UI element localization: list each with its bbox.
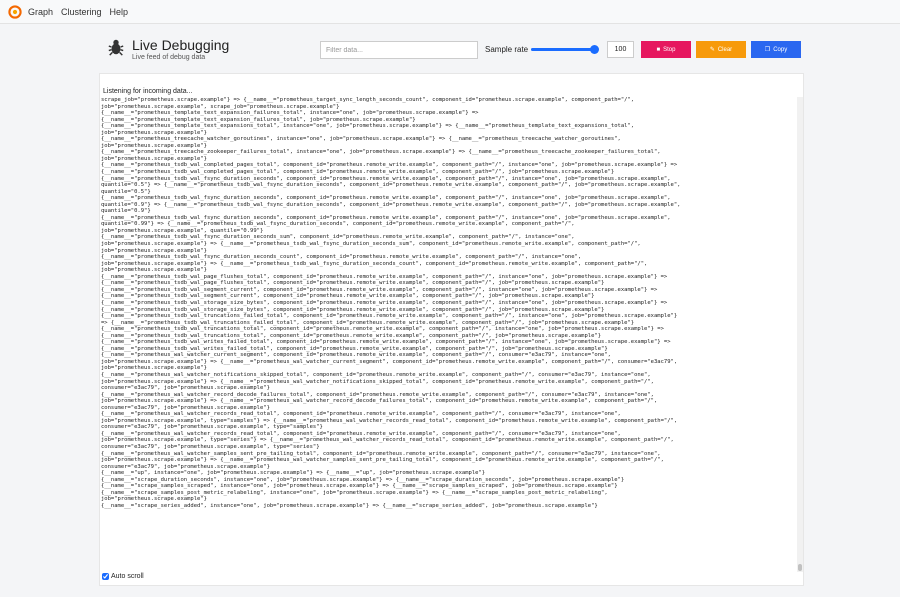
sample-rate-slider[interactable] <box>531 45 599 54</box>
filter-input[interactable] <box>320 41 478 59</box>
stop-square-icon: ■ <box>656 46 661 53</box>
top-navbar: Graph Clustering Help <box>0 0 900 24</box>
page-title: Live Debugging <box>132 37 230 53</box>
broom-icon: ✎ <box>709 47 715 53</box>
listening-status: Listening for incoming data... <box>103 88 193 95</box>
log-line: {__name__="scrape_series_added", instanc… <box>101 502 598 509</box>
log-scrollbar-thumb[interactable] <box>798 564 802 571</box>
auto-scroll-checkbox[interactable] <box>102 573 109 580</box>
debug-log[interactable]: scrape_job="prometheus.scrape.example"} … <box>101 97 797 572</box>
slider-thumb[interactable] <box>589 45 599 54</box>
sample-rate-label: Sample rate <box>485 45 529 54</box>
copy-button[interactable]: ❐ Copy <box>751 41 801 58</box>
stop-button-label: Stop <box>663 46 676 53</box>
nav-clustering[interactable]: Clustering <box>61 7 102 17</box>
page-subtitle: Live feed of debug data <box>132 54 206 61</box>
clear-button-label: Clear <box>717 46 733 53</box>
sample-rate-input[interactable]: 100 <box>607 41 634 58</box>
grafana-logo-icon[interactable] <box>8 4 22 19</box>
bug-icon <box>108 39 124 56</box>
auto-scroll-label: Auto scroll <box>111 573 144 580</box>
nav-help[interactable]: Help <box>110 7 129 17</box>
nav-graph[interactable]: Graph <box>28 7 53 17</box>
stop-button[interactable]: ■ Stop <box>641 41 691 58</box>
slider-fill <box>531 48 594 51</box>
copy-icon: ❐ <box>764 47 771 53</box>
log-scrollbar[interactable] <box>797 97 803 572</box>
clear-button[interactable]: ✎ Clear <box>696 41 746 58</box>
auto-scroll-toggle[interactable]: Auto scroll <box>102 573 144 580</box>
copy-button-label: Copy <box>773 46 788 53</box>
